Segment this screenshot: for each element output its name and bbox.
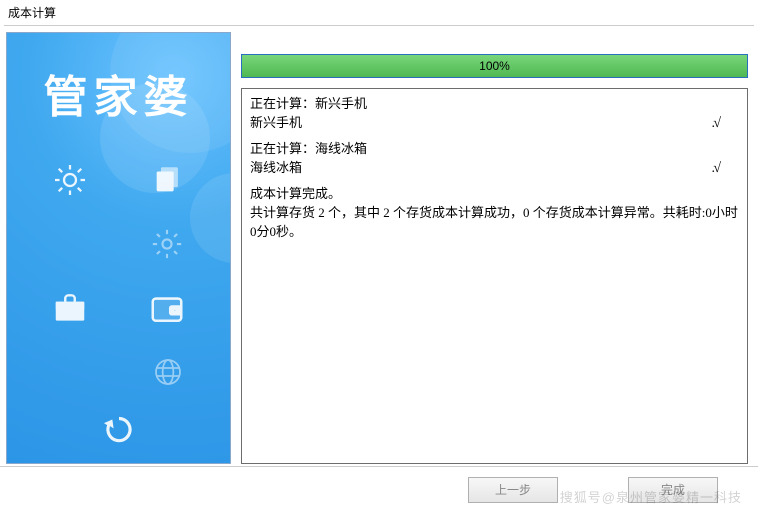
sidebar-banner: 管家婆 [6,32,231,464]
briefcase-icon [51,289,89,330]
progress-label: 100% [242,55,747,77]
undo-icon [100,409,138,450]
stack-icon [151,163,185,200]
sidebar-icon-grid [7,143,230,464]
footer-bar: 上一步 完成 [0,466,758,512]
log-output: 正在计算：新兴手机新兴手机.√正在计算：海线冰箱海线冰箱.√成本计算完成。共计算… [241,88,748,464]
prev-button[interactable]: 上一步 [468,477,558,503]
wallet-icon [148,289,186,330]
sun-icon [52,162,88,201]
finish-button[interactable]: 完成 [628,477,718,503]
globe-icon [152,356,184,391]
barchart-icon [39,458,75,465]
progress-bar: 100% [241,54,748,78]
gear-icon [150,227,184,264]
window-title: 成本计算 [0,0,758,25]
